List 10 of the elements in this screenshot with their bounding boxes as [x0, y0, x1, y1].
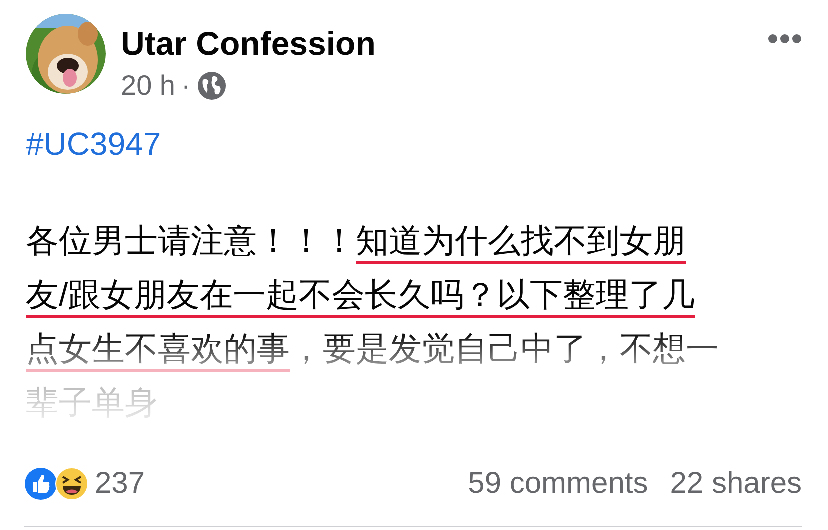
laugh-reaction-icon: [55, 467, 89, 501]
shares-count[interactable]: 22 shares: [670, 464, 802, 504]
comments-count[interactable]: 59 comments: [468, 464, 648, 504]
like-reaction-icon: [24, 467, 58, 501]
post-time: 20 h: [121, 70, 176, 102]
hashtag-link[interactable]: #UC3947: [26, 126, 162, 162]
reaction-count[interactable]: 237: [95, 464, 146, 504]
author-name[interactable]: Utar Confession: [121, 24, 376, 64]
more-options-icon[interactable]: [768, 34, 802, 44]
separator: ·: [182, 70, 191, 102]
